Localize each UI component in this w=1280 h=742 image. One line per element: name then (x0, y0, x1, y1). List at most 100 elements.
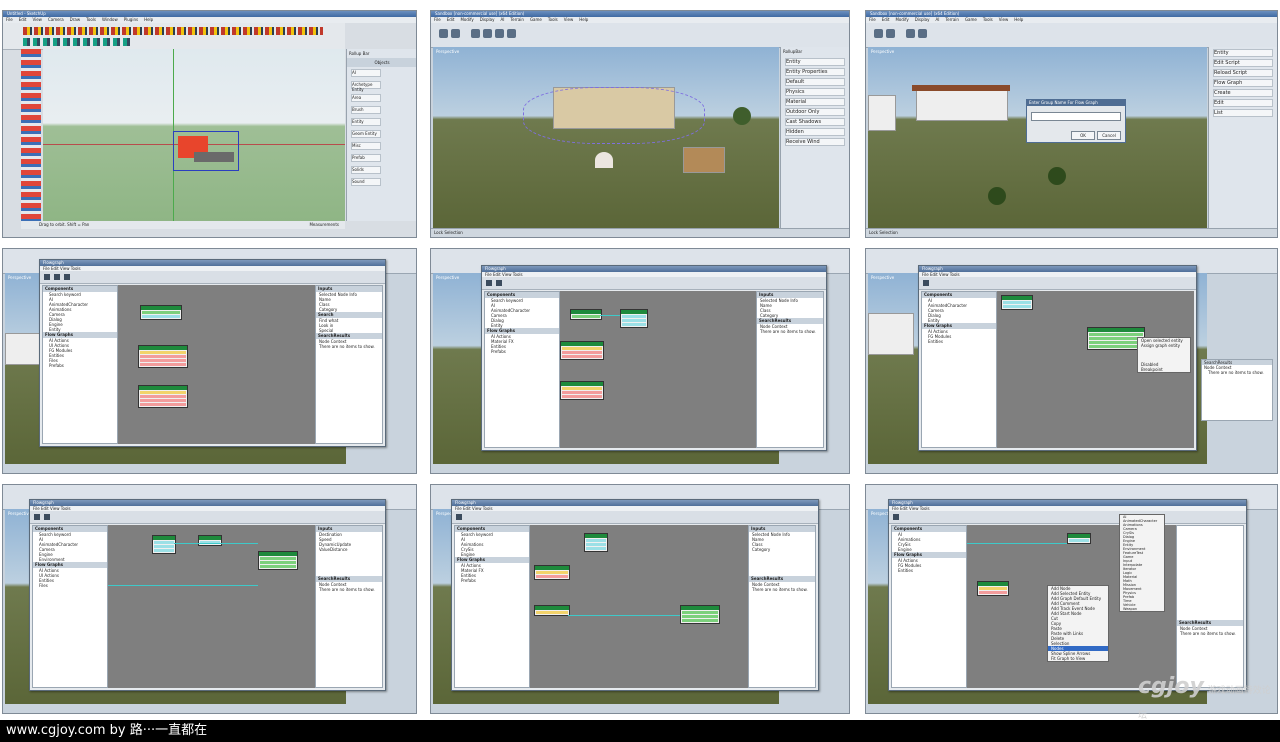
menu-ai[interactable]: AI (497, 17, 507, 22)
menu-plugins[interactable]: Plugins (121, 17, 141, 22)
graph-node[interactable] (138, 385, 188, 408)
sketchup-viewport[interactable] (43, 49, 345, 221)
fg-prefabs[interactable]: Prefabs (43, 363, 117, 368)
building-left[interactable] (868, 95, 896, 131)
outdoor-only-checkbox[interactable]: Outdoor Only (785, 108, 845, 116)
menu-edit[interactable]: Edit (16, 17, 30, 22)
graph-node[interactable] (1001, 295, 1033, 310)
graph-node[interactable] (620, 309, 648, 328)
menu-view[interactable]: View (996, 17, 1012, 22)
button-brush[interactable]: Brush (351, 106, 381, 114)
menu-file[interactable]: File (431, 17, 444, 22)
toolbar-icon-row-2[interactable] (23, 38, 133, 46)
stop-icon[interactable] (54, 274, 60, 280)
create-button[interactable]: Create (1213, 89, 1273, 97)
select-icon[interactable] (471, 29, 480, 38)
menu-edit[interactable]: Edit (879, 17, 893, 22)
menu-ai[interactable]: AI (932, 17, 942, 22)
undo-icon[interactable] (439, 29, 448, 38)
menu-fit-graph[interactable]: Fit Graph to View (1048, 656, 1108, 661)
entity-row[interactable]: Entity (785, 58, 845, 66)
button-ai[interactable]: AI (351, 69, 381, 77)
edit-button[interactable]: Edit (1213, 99, 1273, 107)
fg-entities[interactable]: Entities (892, 568, 966, 573)
rotate-icon[interactable] (495, 29, 504, 38)
undo-icon[interactable] (874, 29, 883, 38)
graph-canvas[interactable]: Open selected entity Assign graph entity… (997, 291, 1194, 448)
hidden-checkbox[interactable]: Hidden (785, 128, 845, 136)
menu-terrain[interactable]: Terrain (507, 17, 527, 22)
stop-icon[interactable] (496, 280, 502, 286)
menu-tools[interactable]: Tools (83, 17, 99, 22)
graph-node[interactable] (198, 535, 222, 546)
menu-help[interactable]: Help (576, 17, 591, 22)
cancel-button[interactable]: Cancel (1097, 131, 1121, 140)
play-icon[interactable] (923, 280, 929, 286)
lock-selection-label[interactable]: Lock Selection (434, 230, 463, 235)
menu-file[interactable]: File (866, 17, 879, 22)
menu-view[interactable]: View (561, 17, 577, 22)
graph-node[interactable] (140, 305, 182, 320)
menu-display[interactable]: Display (912, 17, 933, 22)
reload-script-button[interactable]: Reload Script (1213, 69, 1273, 77)
menu-file[interactable]: File (3, 17, 16, 22)
redo-icon[interactable] (886, 29, 895, 38)
menu-modify[interactable]: Modify (457, 17, 476, 22)
graph-node[interactable] (560, 341, 604, 360)
physics-row[interactable]: Physics (785, 88, 845, 96)
edit-script-button[interactable]: Edit Script (1213, 59, 1273, 67)
button-misc[interactable]: Misc (351, 142, 381, 150)
node-context-menu[interactable]: Open selected entity Assign graph entity… (1137, 337, 1191, 373)
play-icon[interactable] (34, 514, 40, 520)
crate[interactable] (683, 147, 725, 173)
move-icon[interactable] (483, 29, 492, 38)
menu-help[interactable]: Help (141, 17, 156, 22)
graph-node[interactable] (1067, 533, 1091, 544)
play-icon[interactable] (893, 514, 899, 520)
graph-node[interactable] (534, 565, 570, 580)
toolbar-icon-row[interactable] (23, 27, 323, 35)
graph-node[interactable] (680, 605, 720, 624)
group-name-input[interactable] (1031, 112, 1121, 121)
tool-palette[interactable] (21, 49, 41, 221)
receive-wind-checkbox[interactable]: Receive Wind (785, 138, 845, 146)
graph-node[interactable] (152, 535, 176, 554)
fg-prefabs[interactable]: Prefabs (485, 349, 559, 354)
graph-node[interactable] (584, 533, 608, 552)
submenu-item[interactable]: Weapon (1120, 607, 1164, 611)
canvas-context-menu[interactable]: Add Node Add Selected Entity Add Graph D… (1047, 585, 1109, 662)
entity-cluster[interactable] (523, 87, 705, 144)
step-icon[interactable] (64, 274, 70, 280)
redo-icon[interactable] (451, 29, 460, 38)
menu-display[interactable]: Display (477, 17, 498, 22)
graph-canvas[interactable] (108, 525, 315, 688)
menu-camera[interactable]: Camera (45, 17, 67, 22)
menu-draw[interactable]: Draw (67, 17, 83, 22)
menu-assign-entity[interactable]: Assign graph entity (1138, 343, 1190, 348)
input-value-distance[interactable]: ValueDistance (316, 547, 382, 552)
menu-terrain[interactable]: Terrain (942, 17, 962, 22)
play-icon[interactable] (456, 514, 462, 520)
button-entity[interactable]: Entity (351, 118, 381, 126)
menu-tools[interactable]: Tools (980, 17, 996, 22)
graph-canvas[interactable] (118, 285, 315, 444)
menu-edit[interactable]: Edit (444, 17, 458, 22)
play-icon[interactable] (44, 274, 50, 280)
default-row[interactable]: Default (785, 78, 845, 86)
fg-prefabs[interactable]: Prefabs (455, 578, 529, 583)
lock-selection-label[interactable]: Lock Selection (869, 230, 898, 235)
ok-button[interactable]: OK (1071, 131, 1095, 140)
button-archetype[interactable]: Archetype Entity (351, 81, 381, 92)
button-area[interactable]: Area (351, 94, 381, 102)
graph-canvas[interactable] (530, 525, 748, 688)
building[interactable] (916, 89, 1008, 121)
button-geom-entity[interactable]: Geom Entity (351, 130, 381, 138)
graph-node[interactable] (534, 605, 570, 616)
select-icon[interactable] (906, 29, 915, 38)
viewport[interactable]: Perspective (433, 47, 779, 228)
menu-game[interactable]: Game (527, 17, 545, 22)
menu-window[interactable]: Window (99, 17, 121, 22)
play-icon[interactable] (486, 280, 492, 286)
button-prefab[interactable]: Prefab (351, 154, 381, 162)
graph-node[interactable] (570, 309, 602, 320)
